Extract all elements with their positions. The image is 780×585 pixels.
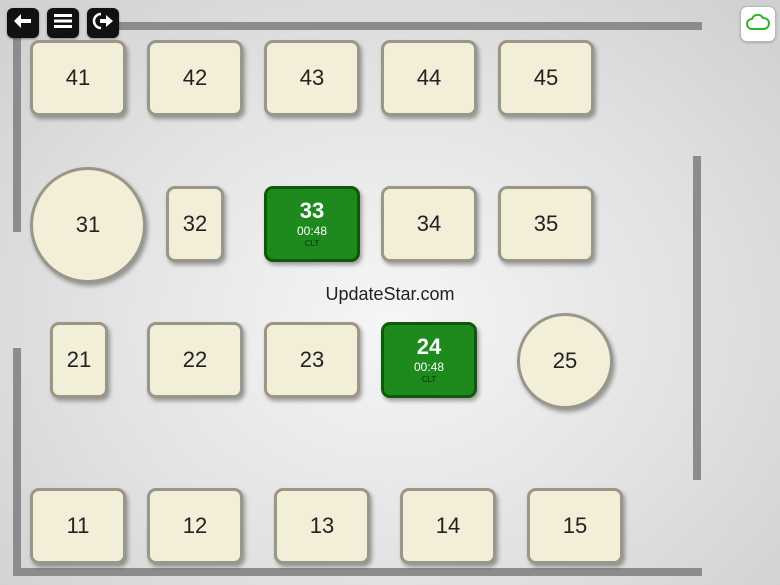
table-number: 44 xyxy=(416,65,442,90)
table-number: 21 xyxy=(66,347,92,372)
menu-icon xyxy=(53,12,73,35)
table-32[interactable]: 32 xyxy=(166,186,224,262)
table-number: 33 xyxy=(299,198,325,223)
wall-left-lower xyxy=(13,348,21,576)
exit-icon xyxy=(92,11,114,36)
table-24[interactable]: 24 00:48 CLT xyxy=(381,322,477,398)
table-41[interactable]: 41 xyxy=(30,40,126,116)
table-number: 15 xyxy=(562,513,588,538)
cloud-icon xyxy=(746,13,770,36)
table-number: 23 xyxy=(299,347,325,372)
sync-button[interactable] xyxy=(740,6,776,42)
menu-button[interactable] xyxy=(47,8,79,38)
table-15[interactable]: 15 xyxy=(527,488,623,564)
table-13[interactable]: 13 xyxy=(274,488,370,564)
wall-bottom xyxy=(13,568,702,576)
table-14[interactable]: 14 xyxy=(400,488,496,564)
table-status-tag: CLT xyxy=(304,239,320,248)
table-number: 11 xyxy=(66,513,90,538)
table-number: 42 xyxy=(182,65,208,90)
back-arrow-icon xyxy=(13,12,33,35)
table-25[interactable]: 25 xyxy=(517,313,613,409)
table-42[interactable]: 42 xyxy=(147,40,243,116)
table-number: 32 xyxy=(182,211,208,236)
back-button[interactable] xyxy=(7,8,39,38)
table-number: 41 xyxy=(65,65,91,90)
table-elapsed-time: 00:48 xyxy=(413,360,445,374)
table-43[interactable]: 43 xyxy=(264,40,360,116)
table-number: 35 xyxy=(533,211,559,236)
table-23[interactable]: 23 xyxy=(264,322,360,398)
wall-right xyxy=(693,156,701,480)
table-number: 45 xyxy=(533,65,559,90)
table-number: 31 xyxy=(75,212,101,237)
table-elapsed-time: 00:48 xyxy=(296,224,328,238)
table-number: 12 xyxy=(182,513,208,538)
table-number: 25 xyxy=(552,348,578,373)
wall-left-upper xyxy=(13,36,21,232)
table-number: 13 xyxy=(309,513,335,538)
table-31[interactable]: 31 xyxy=(30,167,146,283)
table-number: 24 xyxy=(416,334,442,359)
table-number: 14 xyxy=(435,513,461,538)
table-number: 34 xyxy=(416,211,442,236)
table-status-tag: CLT xyxy=(421,375,437,384)
table-44[interactable]: 44 xyxy=(381,40,477,116)
watermark-text: UpdateStar.com xyxy=(325,284,455,304)
table-35[interactable]: 35 xyxy=(498,186,594,262)
table-21[interactable]: 21 xyxy=(50,322,108,398)
table-number: 43 xyxy=(299,65,325,90)
table-33[interactable]: 33 00:48 CLT xyxy=(264,186,360,262)
table-11[interactable]: 11 xyxy=(30,488,126,564)
exit-button[interactable] xyxy=(87,8,119,38)
wall-top xyxy=(118,22,702,30)
table-number: 22 xyxy=(182,347,208,372)
table-45[interactable]: 45 xyxy=(498,40,594,116)
table-34[interactable]: 34 xyxy=(381,186,477,262)
table-22[interactable]: 22 xyxy=(147,322,243,398)
table-12[interactable]: 12 xyxy=(147,488,243,564)
